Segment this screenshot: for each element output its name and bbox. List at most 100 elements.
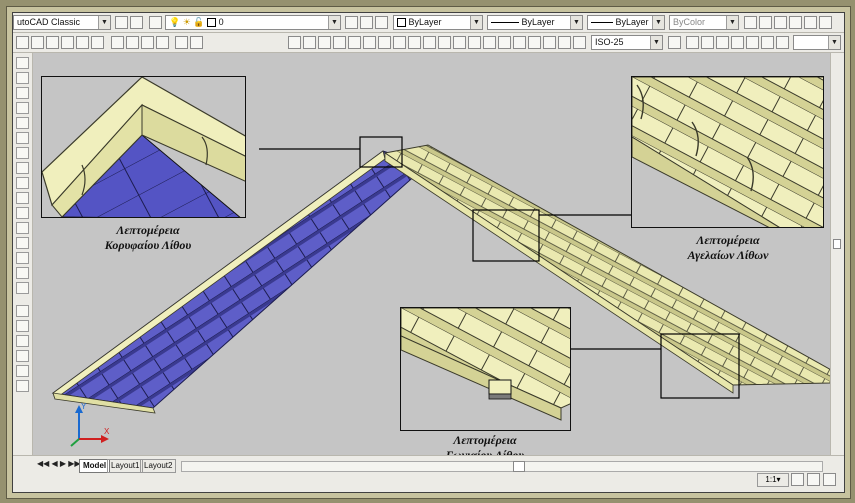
chevron-down-icon[interactable]: ▼ bbox=[328, 16, 340, 29]
bottom-view-icon[interactable] bbox=[91, 36, 104, 49]
model-space-canvas[interactable]: X Y Λεπτομέρεια Κορυφαίου Λίθου Λεπτομέρ… bbox=[33, 53, 834, 462]
tab-nav-arrows[interactable]: ◀◀ ◀ ▶ ▶▶ bbox=[37, 459, 81, 468]
make-current-layer-icon[interactable] bbox=[345, 16, 358, 29]
lineweight-dropdown[interactable]: ByLayer ▼ bbox=[587, 15, 665, 30]
table-icon[interactable] bbox=[744, 16, 757, 29]
materials-icon[interactable] bbox=[16, 380, 29, 392]
back-view-icon[interactable] bbox=[31, 36, 44, 49]
sheet-set-icon[interactable] bbox=[789, 16, 802, 29]
chevron-down-icon[interactable]: ▼ bbox=[726, 16, 738, 29]
chevron-down-icon[interactable]: ▼ bbox=[470, 16, 482, 29]
chevron-down-icon[interactable]: ▼ bbox=[828, 36, 840, 49]
horizontal-scrollbar[interactable] bbox=[181, 461, 823, 472]
annotation-scale-button[interactable]: 1:1▾ bbox=[757, 473, 789, 487]
rotate-icon[interactable] bbox=[16, 147, 29, 159]
top-view-icon[interactable] bbox=[76, 36, 89, 49]
extend-icon[interactable] bbox=[16, 207, 29, 219]
jogged-linear-icon[interactable] bbox=[528, 36, 541, 49]
auto-scale-icon[interactable] bbox=[807, 473, 820, 486]
zoom-realtime-icon[interactable] bbox=[701, 36, 714, 49]
linetype-dropdown[interactable]: ByLayer ▼ bbox=[487, 15, 583, 30]
zoom-previous-icon[interactable] bbox=[731, 36, 744, 49]
tab-layout2[interactable]: Layout2 bbox=[140, 459, 177, 473]
layer-previous-icon[interactable] bbox=[360, 16, 373, 29]
workspace-switch-icon[interactable] bbox=[823, 473, 836, 486]
pan-icon[interactable] bbox=[686, 36, 699, 49]
text-style-icon[interactable] bbox=[759, 16, 772, 29]
inspection-icon[interactable] bbox=[513, 36, 526, 49]
dimstyle-dropdown[interactable]: ISO-25 ▼ bbox=[591, 35, 663, 50]
calculator-icon[interactable] bbox=[804, 16, 817, 29]
diameter-dim-icon[interactable] bbox=[378, 36, 391, 49]
break-icon[interactable] bbox=[16, 222, 29, 234]
region-icon[interactable] bbox=[16, 305, 29, 317]
union-icon[interactable] bbox=[16, 320, 29, 332]
properties-icon[interactable] bbox=[746, 36, 759, 49]
center-mark-icon[interactable] bbox=[498, 36, 511, 49]
quick-dim-icon[interactable] bbox=[408, 36, 421, 49]
zoom-icon[interactable] bbox=[190, 36, 203, 49]
design-center-icon[interactable] bbox=[761, 36, 774, 49]
front-view-icon[interactable] bbox=[16, 36, 29, 49]
continue-dim-icon[interactable] bbox=[438, 36, 451, 49]
construction-line-icon[interactable] bbox=[16, 72, 29, 84]
render-icon[interactable] bbox=[16, 365, 29, 377]
horizontal-scrollbar-thumb[interactable] bbox=[513, 461, 525, 472]
dim-edit-icon[interactable] bbox=[543, 36, 556, 49]
dim-break-icon[interactable] bbox=[468, 36, 481, 49]
polyline-icon[interactable] bbox=[16, 87, 29, 99]
chamfer-icon[interactable] bbox=[16, 252, 29, 264]
layer-manager-icon[interactable] bbox=[149, 16, 162, 29]
zoom-window-icon[interactable] bbox=[716, 36, 729, 49]
arc-length-icon[interactable] bbox=[318, 36, 331, 49]
ordinate-dim-icon[interactable] bbox=[333, 36, 346, 49]
nw-iso-icon[interactable] bbox=[156, 36, 169, 49]
workspace-dropdown[interactable]: utoCAD Classic ▼ bbox=[13, 15, 111, 30]
polygon-icon[interactable] bbox=[16, 102, 29, 114]
line-icon[interactable] bbox=[16, 57, 29, 69]
tab-layout1[interactable]: Layout1 bbox=[107, 459, 144, 473]
color-dropdown[interactable]: ByLayer ▼ bbox=[393, 15, 483, 30]
chevron-down-icon[interactable]: ▼ bbox=[650, 36, 662, 49]
scale-icon[interactable] bbox=[16, 162, 29, 174]
plotstyle-dropdown[interactable]: ByColor ▼ bbox=[669, 15, 739, 30]
annotation-visibility-icon[interactable] bbox=[791, 473, 804, 486]
jogged-dim-icon[interactable] bbox=[363, 36, 376, 49]
tool-palette-icon[interactable] bbox=[819, 16, 832, 29]
camera-icon[interactable] bbox=[175, 36, 188, 49]
move-icon[interactable] bbox=[16, 132, 29, 144]
stretch-icon[interactable] bbox=[16, 177, 29, 189]
aligned-dim-icon[interactable] bbox=[303, 36, 316, 49]
left-view-icon[interactable] bbox=[46, 36, 59, 49]
angular-dim-icon[interactable] bbox=[393, 36, 406, 49]
explode-icon[interactable] bbox=[16, 282, 29, 294]
chevron-down-icon[interactable]: ▼ bbox=[570, 16, 582, 29]
subtract-icon[interactable] bbox=[16, 335, 29, 347]
se-iso-icon[interactable] bbox=[126, 36, 139, 49]
dim-update-icon[interactable] bbox=[573, 36, 586, 49]
right-view-icon[interactable] bbox=[61, 36, 74, 49]
chevron-down-icon[interactable]: ▼ bbox=[98, 16, 110, 29]
dim-text-edit-icon[interactable] bbox=[558, 36, 571, 49]
tolerance-icon[interactable] bbox=[483, 36, 496, 49]
workspace-settings-icon[interactable] bbox=[115, 16, 128, 29]
rectangle-icon[interactable] bbox=[16, 117, 29, 129]
intersect-icon[interactable] bbox=[16, 350, 29, 362]
toolpalettes-icon[interactable] bbox=[776, 36, 789, 49]
linear-dim-icon[interactable] bbox=[288, 36, 301, 49]
baseline-dim-icon[interactable] bbox=[423, 36, 436, 49]
radius-dim-icon[interactable] bbox=[348, 36, 361, 49]
tab-model[interactable]: Model bbox=[79, 459, 111, 473]
fillet-icon[interactable] bbox=[16, 267, 29, 279]
vertical-scrollbar[interactable] bbox=[830, 53, 844, 455]
dim-style-icon[interactable] bbox=[668, 36, 681, 49]
markup-icon[interactable] bbox=[774, 16, 787, 29]
trim-icon[interactable] bbox=[16, 192, 29, 204]
extra-dropdown[interactable]: ▼ bbox=[793, 35, 841, 50]
sw-iso-icon[interactable] bbox=[111, 36, 124, 49]
layer-states-icon[interactable] bbox=[375, 16, 388, 29]
chevron-down-icon[interactable]: ▼ bbox=[652, 16, 664, 29]
join-icon[interactable] bbox=[16, 237, 29, 249]
layer-dropdown[interactable]: 💡 ☀ 🔓 0 ▼ bbox=[165, 15, 341, 30]
help-icon[interactable] bbox=[130, 16, 143, 29]
